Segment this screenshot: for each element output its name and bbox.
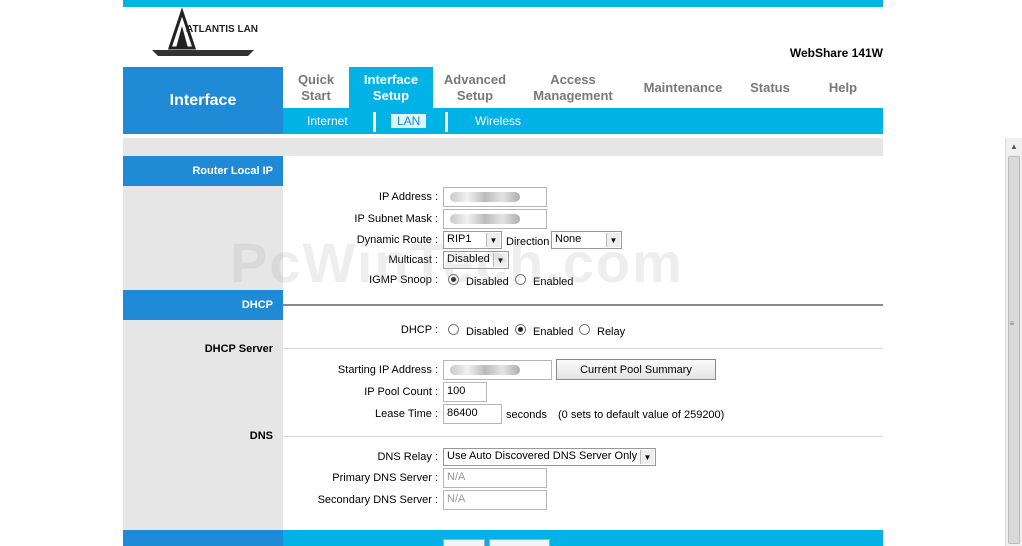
section-dhcp-server: DHCP Server xyxy=(204,343,273,355)
redacted-value xyxy=(450,365,520,375)
dhcp-relay-radio[interactable] xyxy=(579,324,590,335)
subnet-mask-label: IP Subnet Mask : xyxy=(354,213,438,225)
scroll-up-icon[interactable]: ▲ xyxy=(1006,138,1022,154)
model-name: WebShare 141W xyxy=(789,46,883,60)
dns-relay-value: Use Auto Discovered DNS Server Only xyxy=(447,450,638,462)
router-config-page: ATLANTIS LAND WebShare 141W Interface Qu… xyxy=(0,0,1022,546)
tab-help[interactable]: Help xyxy=(803,67,883,108)
primary-dns-input[interactable]: N/A xyxy=(443,468,547,488)
dhcp-disabled-radio[interactable] xyxy=(448,324,459,335)
subtab-internet[interactable]: Internet xyxy=(307,114,348,128)
pool-count-input[interactable]: 100 xyxy=(443,382,487,402)
lease-time-input[interactable]: 86400 xyxy=(443,404,502,424)
starting-ip-label: Starting IP Address : xyxy=(337,364,438,376)
section-router-local-ip: Router Local IP xyxy=(123,156,283,186)
tab-advanced-setup[interactable]: Advanced Setup xyxy=(433,67,517,108)
lease-time-label: Lease Time : xyxy=(375,408,438,420)
section-divider xyxy=(283,304,883,306)
subtab-wireless[interactable]: Wireless xyxy=(475,114,521,128)
atlantis-logo: ATLANTIS LAND xyxy=(148,7,265,58)
scrollbar-thumb[interactable] xyxy=(1008,156,1020,544)
tab-maintenance[interactable]: Maintenance xyxy=(629,67,737,108)
primary-dns-label: Primary DNS Server : xyxy=(332,472,438,484)
redacted-value xyxy=(450,214,520,224)
cancel-button[interactable] xyxy=(489,539,550,546)
dhcp-relay-label: Relay xyxy=(597,326,626,338)
pool-count-label: IP Pool Count : xyxy=(364,386,438,398)
tab-quick-start[interactable]: Quick Start xyxy=(283,67,349,108)
bottom-bar-left xyxy=(123,530,283,546)
vertical-scrollbar[interactable]: ▲ ≡ xyxy=(1005,138,1022,546)
tab-status[interactable]: Status xyxy=(737,67,803,108)
tab-interface-setup[interactable]: Interface Setup xyxy=(349,67,433,108)
dhcp-label: DHCP : xyxy=(400,324,438,336)
logo-text: ATLANTIS LAND xyxy=(186,24,258,35)
redacted-value xyxy=(450,192,520,202)
ip-address-input[interactable] xyxy=(443,187,547,207)
section-title: Interface xyxy=(123,67,283,134)
subnet-mask-input[interactable] xyxy=(443,209,547,229)
chevron-down-icon: ▼ xyxy=(640,450,654,464)
watermark: PcWinTech.com xyxy=(230,231,684,294)
content-top-band xyxy=(123,138,883,156)
secondary-dns-label: Secondary DNS Server : xyxy=(317,494,438,506)
save-button[interactable] xyxy=(443,539,485,546)
subtab-divider xyxy=(373,112,376,132)
starting-ip-input[interactable] xyxy=(443,360,552,380)
dhcp-enabled-radio[interactable] xyxy=(515,324,526,335)
lease-time-note: (0 sets to default value of 259200) xyxy=(558,409,725,421)
dns-relay-select[interactable]: Use Auto Discovered DNS Server Only ▼ xyxy=(443,448,656,466)
dns-relay-label: DNS Relay : xyxy=(377,451,438,463)
subtab-lan[interactable]: LAN xyxy=(391,114,427,128)
row-divider xyxy=(283,436,883,437)
section-dns: DNS xyxy=(249,430,273,442)
subtab-divider xyxy=(445,112,448,132)
dhcp-disabled-label: Disabled xyxy=(466,326,509,338)
current-pool-summary-button[interactable]: Current Pool Summary xyxy=(556,359,716,380)
main-tabs: Quick Start Interface Setup Advanced Setup … xyxy=(283,67,883,108)
tab-access-management[interactable]: Access Management xyxy=(517,67,629,108)
top-accent-bar xyxy=(123,0,883,7)
row-divider xyxy=(283,348,883,349)
lease-time-unit: seconds xyxy=(506,409,547,421)
secondary-dns-input[interactable]: N/A xyxy=(443,490,547,510)
sub-tabs: Internet LAN Wireless xyxy=(283,108,883,134)
dhcp-enabled-label: Enabled xyxy=(533,326,574,338)
ip-address-label: IP Address : xyxy=(378,191,438,203)
grip-icon: ≡ xyxy=(1009,319,1015,328)
